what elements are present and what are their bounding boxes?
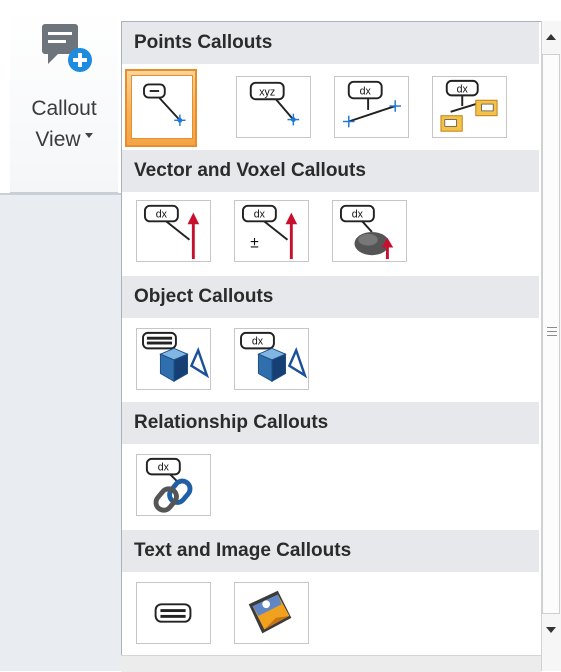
dropdown-caret-icon [84, 132, 93, 138]
svg-text:dx: dx [457, 83, 469, 95]
dx-distance-callout-tile[interactable]: dx [334, 76, 409, 138]
text-object-callout-icon [142, 331, 210, 383]
grip-icon [547, 327, 557, 336]
svg-text:±: ± [250, 234, 259, 251]
svg-text:dx: dx [156, 208, 168, 220]
text-callout-tile[interactable] [136, 582, 211, 644]
view-label: View [10, 128, 118, 152]
dx-vector-tolerance-callout-tile[interactable]: dx ± [234, 200, 309, 262]
svg-text:dx: dx [352, 208, 364, 220]
dx-relationship-callout-icon: dx [145, 457, 193, 513]
xyz-point-callout-icon: xyz [249, 81, 300, 126]
dx-voxel-callout-tile[interactable]: dx [332, 200, 407, 262]
svg-text:dx: dx [254, 208, 266, 220]
callout-label: Callout [31, 97, 97, 120]
section-header-points: Points Callouts [122, 22, 539, 64]
image-callout-tile[interactable] [234, 582, 309, 644]
dx-vector-callout-tile[interactable]: dx [136, 200, 211, 262]
section-header-vector-voxel: Vector and Voxel Callouts [122, 150, 539, 192]
dx-voxel-callout-icon: dx [339, 204, 394, 260]
dx-distance-callout-icon: dx [342, 80, 402, 128]
section-header-object: Object Callouts [122, 276, 539, 318]
svg-text:dx: dx [360, 85, 372, 97]
ribbon-background [0, 193, 121, 671]
scroll-down-icon[interactable] [546, 627, 556, 633]
svg-text:xyz: xyz [259, 86, 275, 98]
point-callout-icon [143, 83, 186, 126]
callout-gallery: Points Callouts xyz dx dx Vector and Vox… [121, 21, 542, 672]
callout-view-button[interactable]: Callout View [10, 8, 118, 193]
scroll-thumb[interactable] [542, 54, 560, 614]
svg-text:dx: dx [252, 335, 264, 347]
dx-object-callout-tile[interactable]: dx [234, 328, 309, 390]
dx-relationship-callout-tile[interactable]: dx [136, 454, 211, 516]
svg-text:dx: dx [158, 461, 170, 473]
dx-vector-tolerance-callout-icon: dx ± [241, 204, 298, 260]
gallery-scrollbar[interactable] [541, 21, 561, 671]
xyz-point-callout-tile[interactable]: xyz [236, 76, 311, 138]
dx-vector-callout-icon: dx [143, 204, 200, 260]
image-callout-icon [248, 590, 292, 634]
gallery-bottom-strip [121, 655, 541, 672]
section-header-text-image: Text and Image Callouts [122, 530, 539, 572]
section-header-relationship: Relationship Callouts [122, 402, 539, 444]
scroll-up-icon[interactable] [546, 34, 556, 40]
dx-folder-callout-icon: dx [440, 79, 498, 132]
text-object-callout-tile[interactable] [136, 328, 211, 390]
text-callout-icon [154, 603, 192, 623]
callout-add-icon [42, 24, 92, 72]
point-callout-tile[interactable] [125, 69, 197, 147]
dx-folder-callout-tile[interactable]: dx [432, 76, 507, 138]
dx-object-callout-icon: dx [240, 331, 308, 383]
